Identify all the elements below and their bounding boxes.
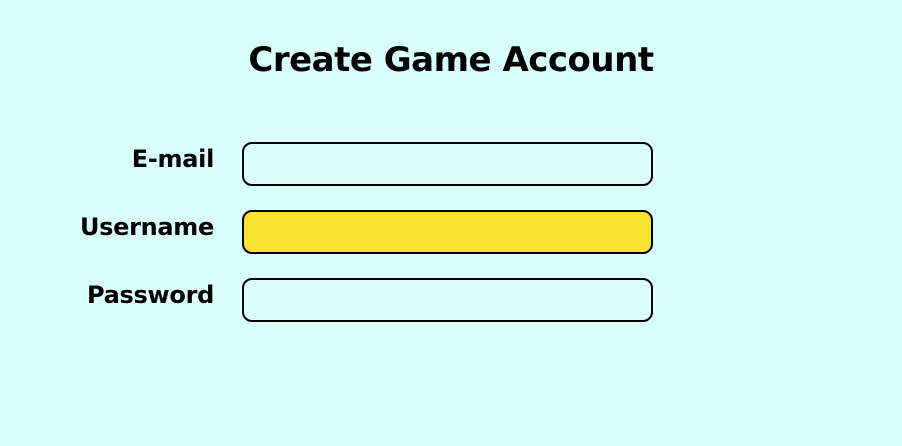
- password-row: Password: [0, 278, 902, 322]
- email-field[interactable]: [242, 142, 653, 186]
- email-row: E-mail: [0, 142, 902, 186]
- password-label: Password: [87, 281, 214, 309]
- username-row: Username: [0, 210, 902, 254]
- page-title: Create Game Account: [248, 40, 654, 80]
- username-field[interactable]: [242, 210, 653, 254]
- username-label: Username: [79, 213, 214, 241]
- email-label: E-mail: [131, 145, 215, 173]
- password-field[interactable]: [242, 278, 653, 322]
